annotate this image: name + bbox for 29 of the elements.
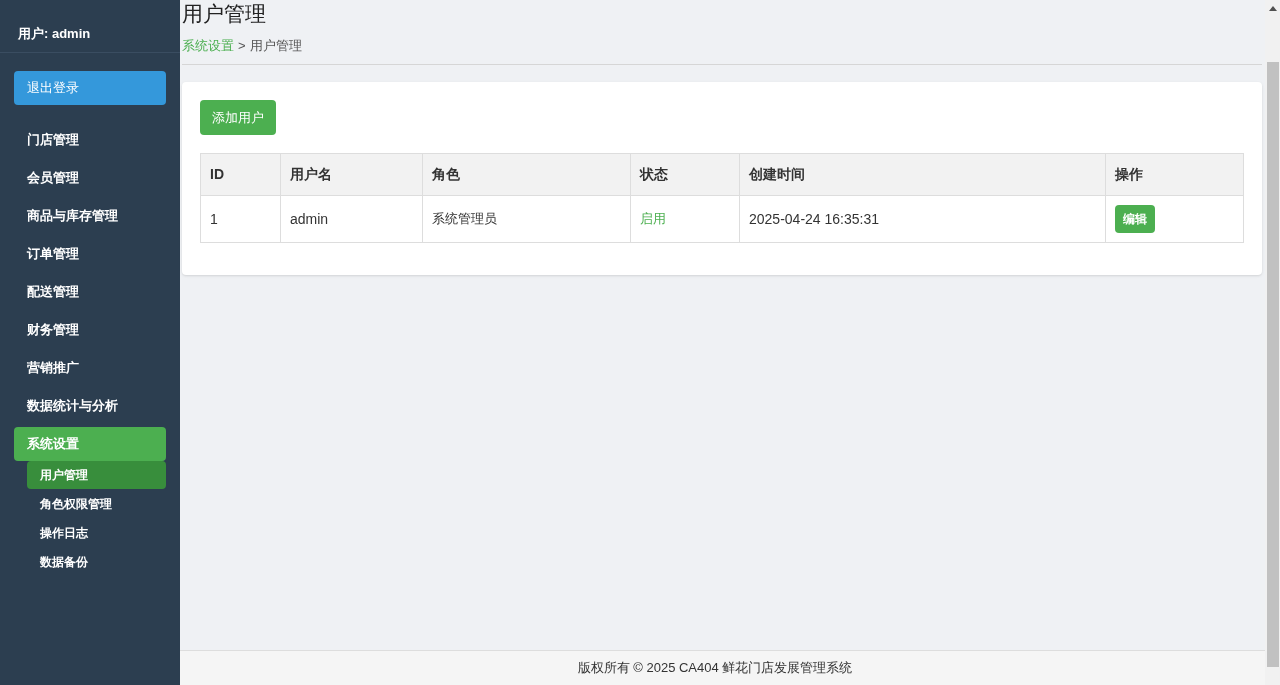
column-header: 状态 bbox=[630, 153, 740, 196]
column-header: ID bbox=[200, 153, 281, 196]
nav-subitem[interactable]: 用户管理 bbox=[27, 461, 166, 489]
nav-item[interactable]: 会员管理 bbox=[14, 161, 166, 195]
column-header: 操作 bbox=[1105, 153, 1244, 196]
current-user: 用户: admin bbox=[18, 25, 91, 44]
nav-item[interactable]: 财务管理 bbox=[14, 313, 166, 347]
scroll-up-icon[interactable] bbox=[1268, 6, 1277, 11]
footer: 版权所有 © 2025 CA404 鲜花门店发展管理系统 bbox=[180, 650, 1265, 685]
table-cell: 2025-04-24 16:35:31 bbox=[739, 195, 1106, 243]
column-header: 创建时间 bbox=[739, 153, 1106, 196]
nav-item[interactable]: 订单管理 bbox=[14, 237, 166, 271]
table-cell: 1 bbox=[200, 195, 281, 243]
nav-item[interactable]: 配送管理 bbox=[14, 275, 166, 309]
column-header: 角色 bbox=[422, 153, 631, 196]
nav-item[interactable]: 门店管理 bbox=[14, 123, 166, 157]
nav-subitem[interactable]: 操作日志 bbox=[27, 519, 166, 547]
nav-subitem[interactable]: 数据备份 bbox=[27, 548, 166, 576]
nav-subitem[interactable]: 角色权限管理 bbox=[27, 490, 166, 518]
table-cell: admin bbox=[280, 195, 423, 243]
nav-item[interactable]: 营销推广 bbox=[14, 351, 166, 385]
table-cell: 系统管理员 bbox=[422, 195, 631, 243]
breadcrumb-current: 用户管理 bbox=[249, 37, 302, 55]
page-title: 用户管理 bbox=[182, 1, 267, 27]
status-cell: 启用 bbox=[630, 195, 740, 243]
nav-item[interactable]: 商品与库存管理 bbox=[14, 199, 166, 233]
nav-item[interactable]: 数据统计与分析 bbox=[14, 389, 166, 423]
column-header: 用户名 bbox=[280, 153, 423, 196]
breadcrumb-separator: > bbox=[238, 37, 246, 55]
